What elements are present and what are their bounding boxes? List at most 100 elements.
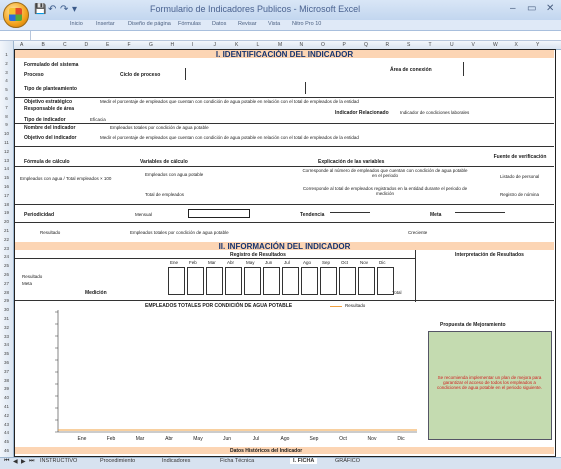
column-header-m[interactable]: M: [278, 42, 282, 48]
undo-icon[interactable]: ↶: [48, 4, 56, 15]
row-header-11[interactable]: 11: [1, 140, 12, 145]
fuente2-valor[interactable]: Registro de nómina: [500, 192, 539, 197]
column-header-x[interactable]: X: [515, 42, 518, 48]
column-header-p[interactable]: P: [343, 42, 346, 48]
column-header-q[interactable]: Q: [364, 42, 368, 48]
row-header-25[interactable]: 25: [1, 263, 12, 268]
row-header-38[interactable]: 38: [1, 378, 12, 383]
tab-datos[interactable]: Datos: [212, 21, 226, 27]
maximize-icon[interactable]: ▭: [527, 3, 536, 14]
periodicidad-valor[interactable]: Mensual: [135, 212, 152, 217]
month-cell[interactable]: [225, 267, 242, 295]
month-cell[interactable]: [187, 267, 204, 295]
tab-revisar[interactable]: Revisar: [238, 21, 257, 27]
periodicidad-input[interactable]: [188, 209, 250, 218]
row-header-9[interactable]: 9: [1, 122, 12, 127]
explicacion2-valor[interactable]: Corresponde al total de empleados regist…: [300, 186, 470, 196]
next-sheet-icon[interactable]: ▶: [21, 458, 26, 465]
column-header-y[interactable]: Y: [536, 42, 539, 48]
row-header-45[interactable]: 45: [1, 439, 12, 444]
column-header-s[interactable]: S: [407, 42, 410, 48]
row-header-37[interactable]: 37: [1, 369, 12, 374]
row-header-40[interactable]: 40: [1, 395, 12, 400]
column-header-j[interactable]: J: [214, 42, 217, 48]
row-header-22[interactable]: 22: [1, 237, 12, 242]
row-header-24[interactable]: 24: [1, 254, 12, 259]
row-header-1[interactable]: 1: [1, 52, 12, 57]
row-header-41[interactable]: 41: [1, 404, 12, 409]
row-header-7[interactable]: 7: [1, 105, 12, 110]
row-header-42[interactable]: 42: [1, 413, 12, 418]
row-header-21[interactable]: 21: [1, 228, 12, 233]
row-header-26[interactable]: 26: [1, 272, 12, 277]
last-sheet-icon[interactable]: ⏭: [29, 458, 34, 465]
column-header-v[interactable]: V: [472, 42, 475, 48]
column-header-d[interactable]: D: [85, 42, 89, 48]
row-header-44[interactable]: 44: [1, 430, 12, 435]
indicador-relacionado-valor[interactable]: Indicador de condiciones laborales: [400, 110, 545, 115]
row-header-32[interactable]: 32: [1, 325, 12, 330]
month-cell[interactable]: [244, 267, 261, 295]
meta-input[interactable]: [455, 212, 505, 213]
tendencia-input[interactable]: [330, 212, 370, 213]
sheet-tab-indicadores[interactable]: Indicadores: [162, 458, 190, 464]
column-header-e[interactable]: E: [106, 42, 109, 48]
row-header-27[interactable]: 27: [1, 281, 12, 286]
row-header-2[interactable]: 2: [1, 61, 12, 66]
row-header-15[interactable]: 15: [1, 175, 12, 180]
results-chart[interactable]: Ene Feb Mar Abr May Jun Jul Ago Sep Oct Nov Dic: [22, 306, 422, 446]
column-header-u[interactable]: U: [450, 42, 454, 48]
row-header-43[interactable]: 43: [1, 422, 12, 427]
sheet-tab-instructivo[interactable]: INSTRUCTIVO: [40, 458, 77, 464]
column-header-i[interactable]: I: [192, 42, 193, 48]
month-cell[interactable]: [206, 267, 223, 295]
row-header-20[interactable]: 20: [1, 219, 12, 224]
sheet-tab-ficha-tecnica[interactable]: Ficha Técnica: [220, 458, 254, 464]
objetivo-valor[interactable]: Medir el porcentaje de empleados que cue…: [100, 99, 360, 104]
month-cell[interactable]: [320, 267, 337, 295]
row-header-14[interactable]: 14: [1, 166, 12, 171]
tab-formulas[interactable]: Fórmulas: [178, 21, 201, 27]
sheet-tab-grafico[interactable]: GRÁFICO: [335, 458, 360, 464]
row-header-16[interactable]: 16: [1, 184, 12, 189]
tab-insertar[interactable]: Insertar: [96, 21, 115, 27]
explicacion1-valor[interactable]: Corresponde al número de empleados que c…: [300, 168, 470, 178]
row-header-8[interactable]: 8: [1, 114, 12, 119]
month-cell[interactable]: [282, 267, 299, 295]
column-header-w[interactable]: W: [493, 42, 498, 48]
minimize-icon[interactable]: –: [510, 3, 516, 14]
row-header-17[interactable]: 17: [1, 193, 12, 198]
column-header-c[interactable]: C: [63, 42, 67, 48]
month-cell[interactable]: [339, 267, 356, 295]
row-header-3[interactable]: 3: [1, 70, 12, 75]
row-header-31[interactable]: 31: [1, 316, 12, 321]
column-header-a[interactable]: A: [20, 42, 23, 48]
tab-diseno-pagina[interactable]: Diseño de página: [128, 21, 171, 27]
first-sheet-icon[interactable]: ⏮: [4, 458, 9, 465]
tipo-indicador-valor[interactable]: Eficacia: [90, 117, 106, 122]
column-header-g[interactable]: G: [149, 42, 153, 48]
name-box[interactable]: [0, 31, 31, 40]
month-cell[interactable]: [301, 267, 318, 295]
prev-sheet-icon[interactable]: ◀: [13, 458, 18, 465]
month-cell[interactable]: [263, 267, 280, 295]
column-header-f[interactable]: F: [128, 42, 131, 48]
close-icon[interactable]: ✕: [546, 3, 554, 14]
column-header-b[interactable]: B: [42, 42, 45, 48]
row-header-36[interactable]: 36: [1, 360, 12, 365]
row-header-28[interactable]: 28: [1, 290, 12, 295]
row-header-34[interactable]: 34: [1, 342, 12, 347]
column-header-h[interactable]: H: [171, 42, 175, 48]
tab-nitro[interactable]: Nitro Pro 10: [292, 21, 321, 27]
column-header-r[interactable]: R: [386, 42, 390, 48]
row-header-5[interactable]: 5: [1, 87, 12, 92]
customize-toolbar-icon[interactable]: ▾: [72, 4, 77, 15]
row-header-13[interactable]: 13: [1, 158, 12, 163]
row-header-18[interactable]: 18: [1, 202, 12, 207]
fuente1-valor[interactable]: Listado de personal: [500, 174, 539, 179]
month-cell[interactable]: [377, 267, 394, 295]
objetivo-indicador-valor[interactable]: Medir el porcentaje de empleados que cue…: [100, 135, 545, 140]
row-header-29[interactable]: 29: [1, 298, 12, 303]
row-header-30[interactable]: 30: [1, 307, 12, 312]
column-header-o[interactable]: O: [321, 42, 325, 48]
